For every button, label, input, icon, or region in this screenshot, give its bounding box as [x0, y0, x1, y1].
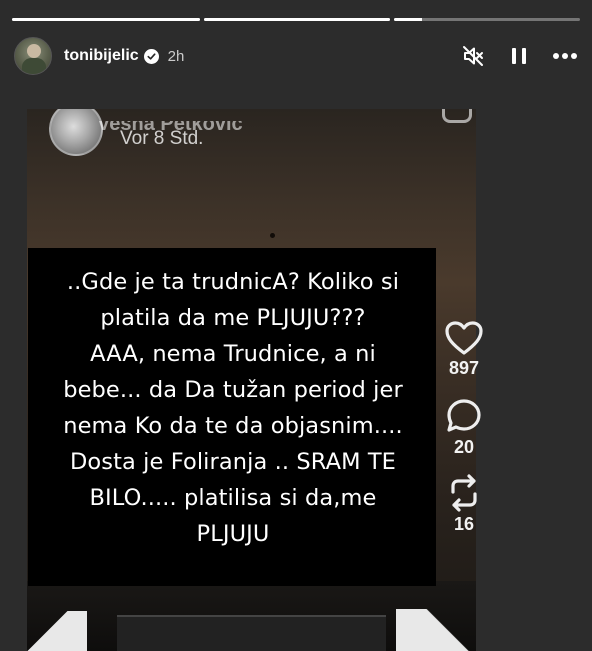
story-header: tonibijelic 2h: [14, 36, 578, 76]
like-count: 897: [448, 358, 480, 378]
inner-like: 897: [436, 320, 492, 379]
background-detail: [270, 233, 275, 238]
inner-repost: 16: [436, 474, 492, 535]
inner-avatar: [49, 109, 103, 156]
story-viewer: tonibijelic 2h Vesna Petković Vor 8 Std.…: [0, 0, 592, 651]
repost-count: 16: [453, 514, 475, 534]
avatar[interactable]: [14, 37, 52, 75]
comment-count: 20: [453, 437, 475, 457]
more-icon[interactable]: [552, 43, 578, 69]
heart-icon: [445, 321, 483, 355]
mute-icon[interactable]: [460, 43, 486, 69]
camera-icon: [442, 109, 472, 123]
username[interactable]: tonibijelic: [64, 47, 139, 65]
verified-icon: [143, 48, 159, 64]
inner-post-header: [49, 109, 103, 159]
progress-segment-1: [12, 18, 200, 21]
progress-segment-2: [204, 18, 390, 21]
pause-icon[interactable]: [506, 43, 532, 69]
repost-icon: [451, 474, 477, 512]
post-time: 2h: [167, 47, 185, 65]
inner-bottom-image: [27, 581, 476, 651]
story-progress: [12, 18, 580, 22]
text-overlay: ..Gde je ta trudnicA? Koliko si platila …: [28, 248, 436, 586]
inner-action-rail: 897 20 16: [436, 320, 492, 543]
caption-text: ..Gde je ta trudnicA? Koliko si platila …: [63, 269, 403, 547]
inner-post-time: Vor 8 Std.: [120, 128, 204, 149]
inner-comment: 20: [436, 397, 492, 458]
comment-icon: [447, 399, 481, 432]
progress-segment-3: [394, 18, 580, 21]
